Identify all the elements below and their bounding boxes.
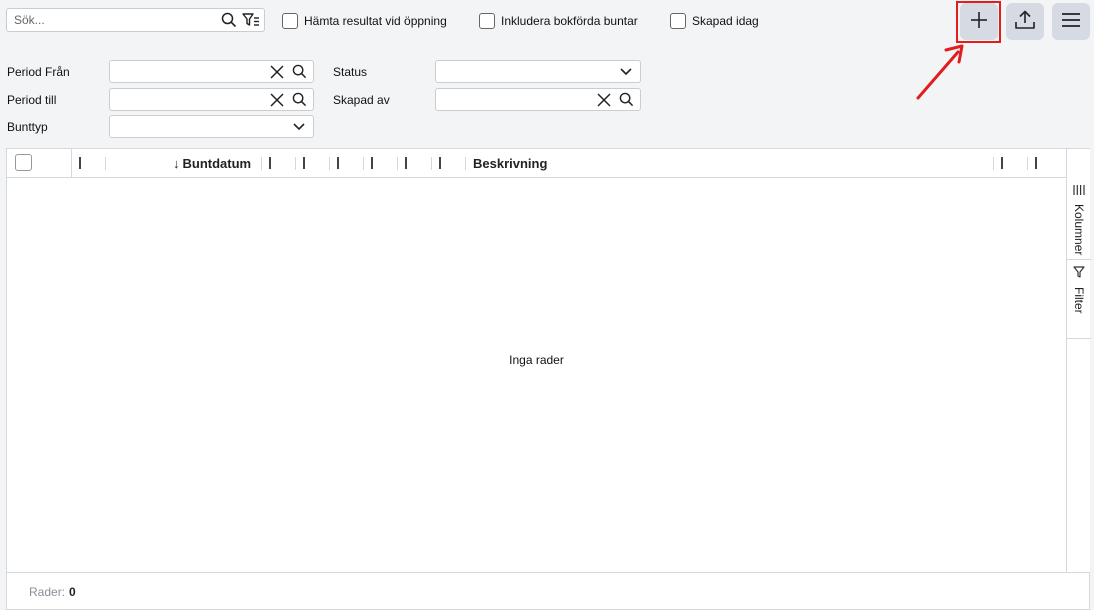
column-separator [465,157,466,170]
checkbox-box[interactable] [282,13,298,29]
created-today-label: Skapad idag [692,14,759,28]
clear-icon[interactable] [266,62,288,82]
sort-arrow-icon: ↓ [173,156,180,171]
batch-type-label: Bunttyp [7,120,48,134]
fetch-on-open-label: Hämta resultat vid öppning [304,14,447,28]
rows-count: 0 [69,584,76,599]
columns-icon [1073,184,1085,198]
filter-tool-label: Filter [1072,287,1086,314]
search-input[interactable] [7,9,218,31]
export-button[interactable] [1006,3,1044,40]
grid-header: ↓ Buntdatum Beskrivning [7,149,1066,178]
column-separator [71,149,72,178]
columns-tool-tab[interactable]: Kolumner [1067,178,1091,260]
created-today-checkbox[interactable]: Skapad idag [670,13,759,29]
collapsed-column-header[interactable] [371,157,373,169]
search-icon[interactable] [288,90,310,110]
upload-icon [1014,9,1036,34]
column-separator [431,157,432,170]
column-separator [329,157,330,170]
rows-label: Rader: [29,584,66,599]
collapsed-column-header[interactable] [337,157,339,169]
column-separator [363,157,364,170]
data-grid: ↓ Buntdatum Beskrivning Kolumner Filter … [6,148,1091,610]
menu-button[interactable] [1052,3,1090,40]
include-posted-label: Inkludera bokförda buntar [501,14,638,28]
chevron-down-icon[interactable] [615,62,637,82]
period-to-field[interactable] [109,88,314,111]
created-by-field[interactable] [435,88,641,111]
created-by-label: Skapad av [333,93,390,107]
columns-tool-label: Kolumner [1072,204,1086,256]
include-posted-checkbox[interactable]: Inkludera bokförda buntar [479,13,638,29]
search-box [6,8,265,32]
toolbar: Hämta resultat vid öppning Inkludera bok… [0,0,1094,44]
column-separator [1027,157,1028,170]
filter-icon [1073,266,1085,281]
period-from-label: Period Från [7,65,70,79]
checkbox-box[interactable] [670,13,686,29]
chevron-down-icon[interactable] [288,117,310,137]
collapsed-column-header[interactable] [303,157,305,169]
search-icon[interactable] [615,90,637,110]
collapsed-column-header[interactable] [439,157,441,169]
column-header-batch-date-label: Buntdatum [182,156,252,171]
fetch-on-open-checkbox[interactable]: Hämta resultat vid öppning [282,13,447,29]
period-from-field[interactable] [109,60,314,83]
status-label: Status [333,65,368,79]
filter-tool-tab[interactable]: Filter [1067,260,1091,339]
column-header-description[interactable]: Beskrivning [473,149,547,178]
grid-footer: Rader: 0 [7,572,1089,610]
clear-icon[interactable] [266,90,288,110]
filter-list-icon[interactable] [240,9,262,31]
status-select[interactable] [435,60,641,83]
clear-icon[interactable] [593,90,615,110]
period-to-label: Period till [7,93,57,107]
grid-side-panel: Kolumner Filter [1066,149,1091,572]
column-separator [397,157,398,170]
search-icon[interactable] [218,9,240,31]
column-separator [295,157,296,170]
checkbox-box[interactable] [479,13,495,29]
collapsed-column-header[interactable] [79,157,81,169]
hamburger-icon [1061,12,1081,31]
batch-type-select[interactable] [109,115,314,138]
highlight-box [956,1,1001,43]
collapsed-column-header[interactable] [269,157,271,169]
collapsed-column-header[interactable] [1035,157,1037,169]
search-icon[interactable] [288,62,310,82]
select-all-checkbox[interactable] [15,154,32,171]
column-separator [993,157,994,170]
column-separator [261,157,262,170]
empty-message: Inga rader [509,353,564,367]
column-separator [105,157,106,170]
column-header-batch-date[interactable]: ↓ Buntdatum [173,149,251,178]
collapsed-column-header[interactable] [1001,157,1003,169]
collapsed-column-header[interactable] [405,157,407,169]
